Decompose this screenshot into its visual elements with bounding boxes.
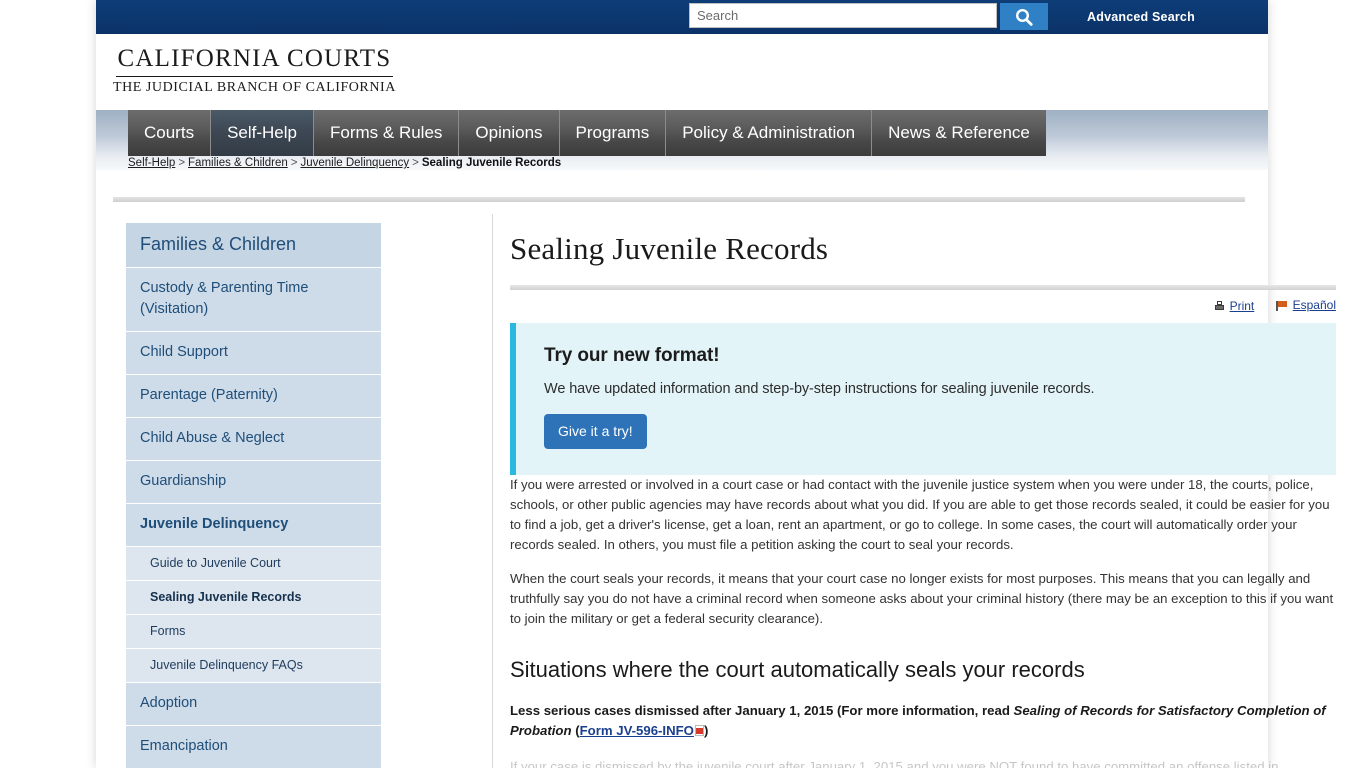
print-link[interactable]: Print <box>1230 299 1255 313</box>
breadcrumb-item-2[interactable]: Juvenile Delinquency <box>300 157 409 169</box>
sidebar-item-child-abuse-neglect[interactable]: Child Abuse & Neglect <box>126 418 381 462</box>
breadcrumb-separator: > <box>178 157 186 169</box>
site-container: Advanced Search CALIFORNIA COURTS THE JU… <box>96 0 1336 768</box>
nav-divider <box>113 197 1245 202</box>
sidebar-item-list: Custody & Parenting Time (Visitation) Chi… <box>126 268 381 768</box>
brand-subtitle: THE JUDICIAL BRANCH OF CALIFORNIA <box>113 79 396 95</box>
top-utility-bar: Advanced Search <box>96 0 1268 34</box>
clipped-paragraph: If your case is dismissed by the juvenil… <box>510 758 1279 768</box>
search-icon <box>1014 7 1034 27</box>
breadcrumb-separator: > <box>290 157 298 169</box>
brand-header: CALIFORNIA COURTS THE JUDICIAL BRANCH OF… <box>96 34 1268 110</box>
espanol-link[interactable]: Español <box>1293 298 1336 312</box>
title-divider <box>510 285 1336 290</box>
new-format-notice: Try our new format! We have updated info… <box>510 322 1336 475</box>
sidebar-heading: Families & Children <box>126 223 381 268</box>
nav-tab-opinions[interactable]: Opinions <box>459 110 560 156</box>
breadcrumb-item-0[interactable]: Self-Help <box>128 157 175 169</box>
nav-tab-news-reference[interactable]: News & Reference <box>872 110 1046 156</box>
lead-part-3: ) <box>703 722 709 738</box>
sidebar-item-forms[interactable]: Forms <box>126 615 381 650</box>
give-it-a-try-button[interactable]: Give it a try! <box>544 413 647 449</box>
sidebar-item-emancipation[interactable]: Emancipation <box>126 726 381 768</box>
breadcrumb-separator: > <box>412 157 419 169</box>
sidebar-item-guide-to-juvenile-court[interactable]: Guide to Juvenile Court <box>126 547 381 582</box>
pdf-icon <box>694 724 704 736</box>
flag-icon <box>1275 300 1288 311</box>
search-area <box>689 3 1048 30</box>
search-input[interactable] <box>689 3 997 28</box>
notice-heading: Try our new format! <box>544 344 720 366</box>
sidebar-item-guardianship[interactable]: Guardianship <box>126 461 381 505</box>
breadcrumb-item-1[interactable]: Families & Children <box>188 157 288 169</box>
nav-tab-list: Courts Self-Help Forms & Rules Opinions Prog… <box>128 110 1268 156</box>
sidebar-item-juvenile-delinquency-faqs[interactable]: Juvenile Delinquency FAQs <box>126 649 381 684</box>
nav-tab-self-help[interactable]: Self-Help <box>211 110 314 156</box>
sidebar-item-child-support[interactable]: Child Support <box>126 332 381 376</box>
page-utility-links: Print Español <box>510 298 1336 314</box>
printer-icon <box>1214 300 1225 311</box>
espanol-link-group[interactable]: Español <box>1275 298 1336 312</box>
lead-part-1: Less serious cases dismissed after Janua… <box>510 702 1014 718</box>
main-navigation: Courts Self-Help Forms & Rules Opinions Prog… <box>96 110 1268 170</box>
nav-tab-programs[interactable]: Programs <box>559 110 667 156</box>
intro-paragraph-2: When the court seals your records, it me… <box>510 570 1334 626</box>
site-logo[interactable]: CALIFORNIA COURTS THE JUDICIAL BRANCH OF… <box>113 45 396 96</box>
page-title: Sealing Juvenile Records <box>510 231 829 266</box>
nav-tab-courts[interactable]: Courts <box>128 110 212 156</box>
sidebar-item-sealing-juvenile-records[interactable]: Sealing Juvenile Records <box>126 581 381 616</box>
lead-part-2: ( <box>571 722 580 738</box>
sidebar-item-juvenile-delinquency[interactable]: Juvenile Delinquency <box>126 504 381 548</box>
form-jv596-link[interactable]: Form JV-596-INFO <box>580 723 694 738</box>
nav-tab-forms-rules[interactable]: Forms & Rules <box>314 110 460 156</box>
breadcrumb-current: Sealing Juvenile Records <box>421 157 562 169</box>
section-heading: Situations where the court automatically… <box>510 656 1085 682</box>
notice-text: We have updated information and step-by-… <box>544 380 1095 397</box>
print-link-group[interactable]: Print <box>1214 299 1255 313</box>
breadcrumb: Self-Help > Families & Children > Juvenile D… <box>128 157 561 169</box>
search-button[interactable] <box>1000 3 1048 30</box>
advanced-search-link[interactable]: Advanced Search <box>1087 10 1195 24</box>
sidebar-item-parentage-paternity[interactable]: Parentage (Paternity) <box>126 375 381 419</box>
nav-tab-policy-administration[interactable]: Policy & Administration <box>666 110 873 156</box>
lead-paragraph: Less serious cases dismissed after Janua… <box>510 701 1336 741</box>
sidebar-item-custody-parenting-time-visitation[interactable]: Custody & Parenting Time (Visitation) <box>126 268 381 333</box>
column-divider <box>492 214 493 768</box>
main-content: Sealing Juvenile Records Print Español T… <box>510 222 1336 768</box>
intro-paragraph-1: If you were arrested or involved in a co… <box>510 476 1330 552</box>
sidebar-navigation: Families & Children Custody & Parenting … <box>126 222 381 768</box>
page-root: Advanced Search CALIFORNIA COURTS THE JU… <box>0 0 1366 768</box>
sidebar-item-adoption[interactable]: Adoption <box>126 683 381 727</box>
brand-title: CALIFORNIA COURTS <box>115 45 394 77</box>
